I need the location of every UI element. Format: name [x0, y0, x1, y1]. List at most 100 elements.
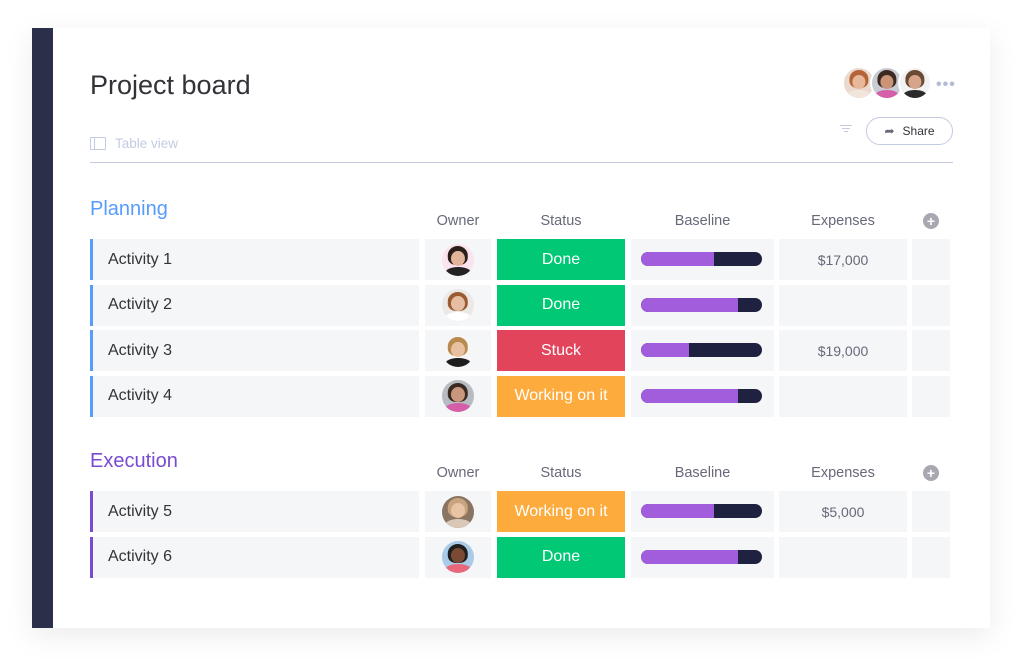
group-color-bar	[90, 330, 93, 371]
item-name-cell[interactable]: Activity 2	[90, 284, 419, 326]
status-cell[interactable]: Done	[497, 239, 625, 280]
owner-cell[interactable]	[425, 239, 491, 280]
item-name: Activity 3	[108, 341, 173, 359]
avatar-torso	[445, 403, 471, 412]
baseline-progress-fill	[641, 252, 714, 266]
status-label: Working on it	[514, 387, 608, 404]
expenses-cell[interactable]	[779, 375, 907, 417]
baseline-progress-fill	[641, 297, 738, 312]
owner-cell[interactable]	[425, 491, 491, 532]
share-label: Share	[902, 124, 935, 138]
column-header-expenses[interactable]: Expenses	[779, 213, 907, 229]
empty-cell[interactable]	[912, 330, 950, 371]
baseline-progress-fill	[641, 343, 690, 357]
table-view-icon	[90, 137, 106, 150]
avatar-torso	[903, 89, 927, 98]
share-arrow-icon: ➦	[884, 124, 895, 138]
baseline-progress-fill	[641, 549, 738, 564]
group-title[interactable]: Execution	[90, 450, 178, 473]
status-cell[interactable]: Working on it	[497, 375, 625, 417]
status-label: Done	[541, 296, 581, 313]
board-members[interactable]	[842, 66, 932, 100]
group-color-bar	[90, 536, 93, 578]
column-header-status[interactable]: Status	[497, 213, 625, 229]
status-label: Done	[541, 548, 581, 565]
item-name: Activity 6	[108, 548, 173, 565]
status-cell[interactable]: Done	[497, 284, 625, 326]
more-options-icon[interactable]: •••	[936, 76, 956, 94]
empty-cell[interactable]	[912, 536, 950, 578]
group-color-bar	[90, 239, 93, 280]
baseline-cell[interactable]	[631, 536, 774, 578]
baseline-cell[interactable]	[631, 491, 774, 532]
owner-avatar	[442, 334, 474, 367]
owner-cell[interactable]	[425, 536, 491, 578]
owner-avatar	[442, 541, 474, 573]
column-header-expenses[interactable]: Expenses	[779, 465, 907, 481]
empty-cell[interactable]	[912, 284, 950, 326]
column-header-baseline[interactable]: Baseline	[631, 465, 774, 481]
expenses-cell[interactable]	[779, 536, 907, 578]
avatar-torso	[445, 564, 471, 573]
empty-cell[interactable]	[912, 239, 950, 280]
baseline-progress-bar	[641, 504, 762, 518]
filter-icon[interactable]	[840, 123, 852, 134]
expenses-cell[interactable]: $19,000	[779, 330, 907, 371]
owner-avatar	[442, 380, 474, 412]
baseline-progress-bar	[641, 297, 762, 312]
owner-avatar	[442, 243, 474, 276]
item-name: Activity 2	[108, 296, 173, 313]
avatar-torso	[445, 312, 471, 321]
owner-avatar	[442, 495, 474, 528]
status-label: Working on it	[514, 502, 608, 520]
status-label: Done	[541, 250, 581, 268]
expenses-value: $17,000	[817, 251, 869, 268]
expenses-value: $5,000	[821, 503, 865, 520]
group-color-bar	[90, 284, 93, 326]
group-color-bar	[90, 491, 93, 532]
item-name-cell[interactable]: Activity 1	[90, 239, 419, 280]
owner-cell[interactable]	[425, 330, 491, 371]
add-column-icon[interactable]: +	[923, 465, 939, 481]
column-header-status[interactable]: Status	[497, 465, 625, 481]
baseline-cell[interactable]	[631, 284, 774, 326]
share-button[interactable]: ➦ Share	[866, 117, 953, 145]
column-header-owner[interactable]: Owner	[425, 213, 491, 229]
expenses-cell[interactable]: $5,000	[779, 491, 907, 532]
column-header-baseline[interactable]: Baseline	[631, 213, 774, 229]
item-name: Activity 4	[108, 387, 173, 404]
baseline-cell[interactable]	[631, 375, 774, 417]
item-name: Activity 5	[108, 502, 173, 520]
status-cell[interactable]: Working on it	[497, 491, 625, 532]
sidebar-strip	[32, 28, 53, 628]
add-column-icon[interactable]: +	[923, 213, 939, 229]
item-name-cell[interactable]: Activity 3	[90, 330, 419, 371]
empty-cell[interactable]	[912, 375, 950, 417]
project-board-card: Project board Table view ••• ➦ Share Pla…	[32, 28, 990, 628]
baseline-progress-fill	[641, 504, 714, 518]
header-divider	[90, 162, 953, 163]
expenses-cell[interactable]: $17,000	[779, 239, 907, 280]
item-name-cell[interactable]: Activity 4	[90, 375, 419, 417]
item-name-cell[interactable]: Activity 6	[90, 536, 419, 578]
baseline-cell[interactable]	[631, 330, 774, 371]
owner-cell[interactable]	[425, 284, 491, 326]
empty-cell[interactable]	[912, 491, 950, 532]
status-label: Stuck	[540, 341, 581, 359]
avatar-torso	[445, 518, 471, 528]
group-title[interactable]: Planning	[90, 198, 168, 221]
group-color-bar	[90, 375, 93, 417]
table-view-label: Table view	[115, 136, 179, 151]
owner-cell[interactable]	[425, 375, 491, 417]
status-cell[interactable]: Stuck	[497, 330, 625, 371]
table-view-tab[interactable]: Table view	[90, 136, 178, 151]
baseline-cell[interactable]	[631, 239, 774, 280]
expenses-cell[interactable]	[779, 284, 907, 326]
status-cell[interactable]: Done	[497, 536, 625, 578]
item-name-cell[interactable]: Activity 5	[90, 491, 419, 532]
avatar-torso	[847, 89, 871, 98]
page-title: Project board	[90, 70, 251, 100]
baseline-progress-bar	[641, 549, 762, 564]
member-avatar[interactable]	[898, 66, 932, 100]
column-header-owner[interactable]: Owner	[425, 465, 491, 481]
